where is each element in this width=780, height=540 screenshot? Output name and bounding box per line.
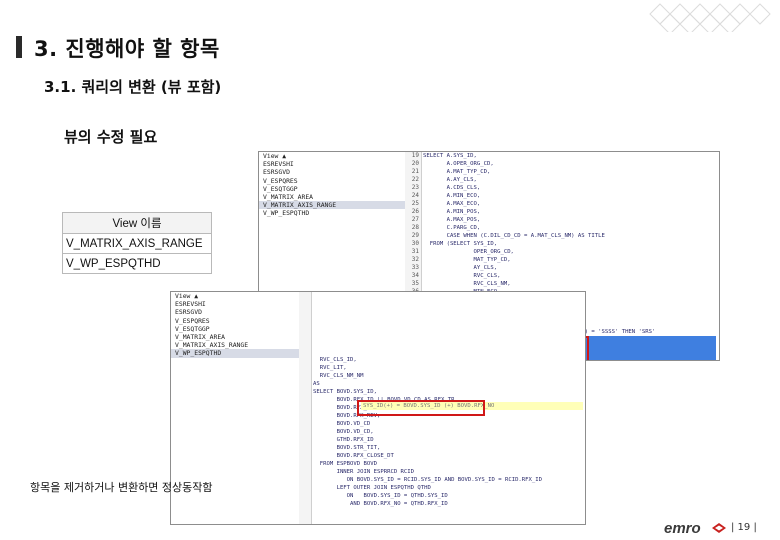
line-number: 20 — [411, 160, 419, 167]
view-list-item[interactable]: ESRSGVD — [171, 308, 299, 316]
line-number: 34 — [411, 272, 419, 279]
code-line: GTHD.RFX_ID — [313, 437, 374, 443]
code-line: OPER_ORG_CD, — [423, 249, 514, 255]
view-list-item[interactable]: ESREVSHI — [259, 160, 405, 168]
code-line: BOVD.VD_CD — [313, 421, 371, 427]
code-line: RVC_CLS_NM, — [423, 281, 511, 287]
line-number: 26 — [411, 208, 419, 215]
code-line: FROM (SELECT SYS_ID, — [423, 241, 498, 247]
view-list-item[interactable]: ESRSGVD — [259, 168, 405, 176]
footnote: 항목을 제거하거나 변환하면 정상동작함 — [30, 481, 213, 494]
line-number: 29 — [411, 232, 419, 239]
code-line: MAT_TYP_CD, — [423, 257, 511, 263]
view-definition-screenshot-2: View ▲ ESREVSHI ESRSGVD V_ESPQRES V_ESQTGGP V… — [170, 291, 586, 525]
view-list-item[interactable]: View ▲ — [259, 152, 405, 160]
view-list-item[interactable]: V_MATRIX_AXIS_RANGE — [171, 341, 299, 349]
code-line: INNER JOIN ESPRRCD RCID — [313, 469, 415, 475]
code-line: A.MAX_ECO, — [423, 201, 481, 207]
code-line: ON BOVD.SYS_ID = RCID.SYS_ID AND BOVD.SY… — [313, 477, 543, 483]
section-heading: 뷰의 수정 필요 — [64, 128, 158, 146]
line-number: 23 — [411, 184, 419, 191]
company-logo: emro — [664, 520, 701, 537]
code-line: BOVD.VD_CD, — [313, 429, 374, 435]
code-line: A.MAT_TYP_CD, — [423, 169, 491, 175]
view-list-item[interactable]: V_ESPQRES — [171, 317, 299, 325]
page-title: 3. 진행해야 할 항목 — [34, 37, 220, 61]
view-list-item[interactable]: V_ESQTGGP — [259, 185, 405, 193]
line-number: 33 — [411, 264, 419, 271]
code-line: RVC_CLS_ID, — [313, 357, 357, 363]
code-line: RVC_CLS_NM_NM — [313, 373, 364, 379]
line-number: 27 — [411, 216, 419, 223]
page-number: | 19 | — [731, 522, 757, 533]
line-number: 25 — [411, 200, 419, 207]
view-list-item[interactable]: V_MATRIX_AXIS_RANGE — [259, 201, 405, 210]
title-accent-bar — [16, 36, 22, 58]
line-number: 28 — [411, 224, 419, 231]
view-list-item[interactable]: V_WP_ESPQTHD — [259, 209, 405, 217]
code-line: C.PARG_CD, — [423, 225, 481, 231]
line-number: 24 — [411, 192, 419, 199]
code-line: LEFT OUTER JOIN ESPQTHD QTHD — [313, 485, 431, 491]
line-number: 19 — [411, 152, 419, 159]
view-table-header: View 이름 — [62, 212, 212, 234]
code-line: AND BOVD.RFX_NO = QTHD.RFX_ID — [313, 501, 448, 507]
view-list-item[interactable]: V_MATRIX_AREA — [259, 193, 405, 201]
code-line: A.AY_CLS, — [423, 177, 477, 183]
code-line: A.MAX_POS, — [423, 217, 481, 223]
line-number: 35 — [411, 280, 419, 287]
view-name-table: View 이름 V_MATRIX_AXIS_RANGE V_WP_ESPQTHD — [62, 212, 212, 274]
code-line: CASE WHEN (C.DIL_CD_CD = A.MAT_CLS_NM) A… — [423, 233, 605, 239]
problem-area-marker — [357, 400, 485, 416]
code-line: A.MIN_ECO, — [423, 193, 481, 199]
code-line: RVC_CLS, — [423, 273, 501, 279]
code-line: RVC_LIT, — [313, 365, 347, 371]
line-number: 22 — [411, 176, 419, 183]
code-line: A.MIN_POS, — [423, 209, 481, 215]
code-line: ON BOVD.SYS_ID = QTHD.SYS_ID — [313, 493, 448, 499]
view-table-row: V_WP_ESPQTHD — [62, 253, 212, 274]
view-table-row: V_MATRIX_AXIS_RANGE — [62, 233, 212, 254]
code-line: SELECT BOVD.SYS_ID, — [313, 389, 377, 395]
header-decoration — [649, 3, 771, 32]
line-number: 32 — [411, 256, 419, 263]
view-list-item[interactable]: V_ESQTGGP — [171, 325, 299, 333]
section-subtitle: 3.1. 쿼리의 변환 (뷰 포함) — [44, 78, 222, 96]
code-line: A.OPER_ORG_CD, — [423, 161, 494, 167]
code-line: AS — [313, 381, 320, 387]
view-list-item[interactable]: ESREVSHI — [171, 300, 299, 308]
view-list-item[interactable]: V_MATRIX_AREA — [171, 333, 299, 341]
code-line: SELECT A.SYS_ID, — [423, 153, 477, 159]
code-line: A.CDS_CLS, — [423, 185, 481, 191]
code-line: BOVD.RFX_CLOSE_DT — [313, 453, 394, 459]
code-line: FROM ESPBOVD BOVD — [313, 461, 377, 467]
code-line: AY_CLS, — [423, 265, 498, 271]
logo-mark-icon — [712, 523, 726, 533]
line-number-gutter — [299, 292, 312, 524]
line-number: 30 — [411, 240, 419, 247]
view-list-item[interactable]: View ▲ — [171, 292, 299, 300]
line-number: 21 — [411, 168, 419, 175]
view-list-item[interactable]: V_WP_ESPQTHD — [171, 349, 299, 358]
line-number: 31 — [411, 248, 419, 255]
code-line: BOVD.STR_TIT, — [313, 445, 381, 451]
view-list-item[interactable]: V_ESPQRES — [259, 177, 405, 185]
